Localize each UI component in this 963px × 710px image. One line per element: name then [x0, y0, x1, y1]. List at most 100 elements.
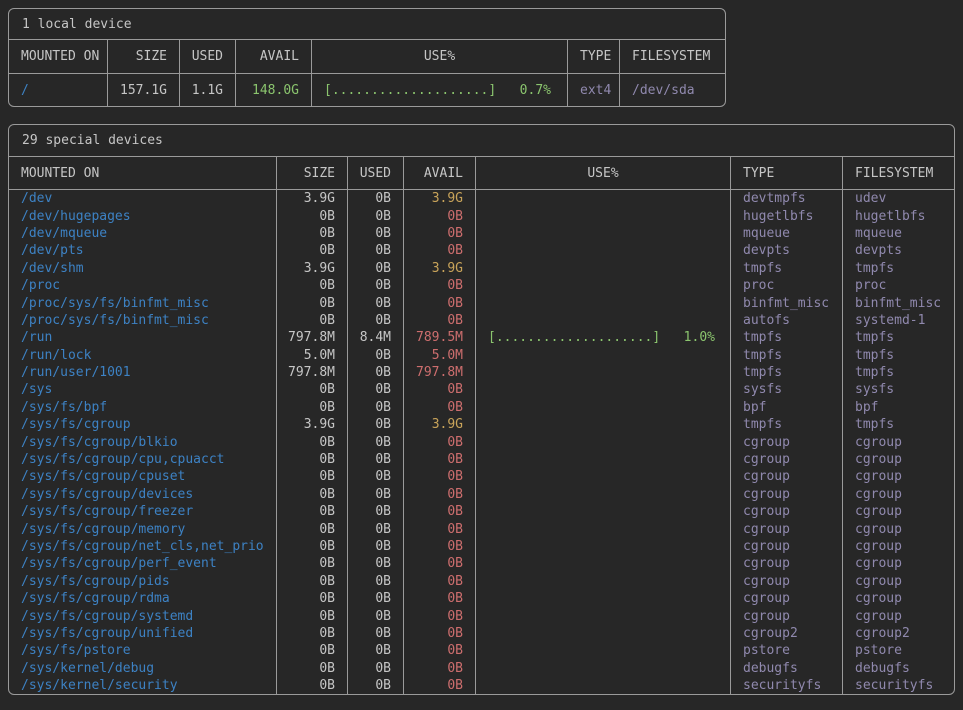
use-percent-cell [476, 677, 731, 694]
use-percent-cell [476, 399, 731, 416]
table-row: /run/user/1001797.8M0B797.8Mtmpfstmpfs [9, 364, 954, 381]
filesystem-cell: cgroup [843, 607, 954, 624]
special-devices-title: 29 special devices [9, 125, 954, 157]
used-cell: 0B [348, 538, 404, 555]
used-cell: 0B [348, 555, 404, 572]
type-cell: cgroup [731, 520, 843, 537]
used-cell: 8.4M [348, 329, 404, 346]
use-percent-cell [476, 242, 731, 259]
type-cell: binfmt_misc [731, 294, 843, 311]
column-header-type: TYPE [731, 157, 843, 189]
avail-cell: 0B [404, 207, 476, 224]
local-devices-title: 1 local device [9, 9, 725, 40]
use-percent-cell [476, 416, 731, 433]
filesystem-cell: systemd-1 [843, 312, 954, 329]
mounted-on-cell: /proc/sys/fs/binfmt_misc [9, 312, 277, 329]
table-row: /proc/sys/fs/binfmt_misc0B0B0Bbinfmt_mis… [9, 294, 954, 311]
mounted-on-cell: /run/user/1001 [9, 364, 277, 381]
size-cell: 0B [277, 520, 348, 537]
type-cell: tmpfs [731, 416, 843, 433]
used-cell: 0B [348, 573, 404, 590]
column-header-avail: AVAIL [236, 40, 312, 73]
filesystem-cell: cgroup [843, 486, 954, 503]
use-percent-cell [476, 520, 731, 537]
mounted-on-cell: /sys/fs/cgroup/devices [9, 486, 277, 503]
type-cell: securityfs [731, 677, 843, 694]
used-cell: 0B [348, 207, 404, 224]
column-header-use-percent: USE% [476, 157, 731, 189]
use-percent-cell: [....................] 1.0% [476, 329, 731, 346]
used-cell: 0B [348, 242, 404, 259]
used-cell: 0B [348, 451, 404, 468]
special-header-row: MOUNTED ON SIZE USED AVAIL USE% TYPE FIL… [9, 157, 954, 190]
use-percent-cell [476, 451, 731, 468]
type-cell: autofs [731, 312, 843, 329]
type-cell: cgroup [731, 573, 843, 590]
size-cell: 0B [277, 381, 348, 398]
filesystem-cell: udev [843, 190, 954, 207]
use-percent-cell [476, 207, 731, 224]
table-row: /dev/pts0B0B0Bdevptsdevpts [9, 242, 954, 259]
avail-cell: 3.9G [404, 416, 476, 433]
mounted-on-cell: /sys/fs/cgroup/pids [9, 573, 277, 590]
mounted-on-cell: / [9, 74, 108, 106]
mounted-on-cell: /proc [9, 277, 277, 294]
size-cell: 157.1G [108, 74, 180, 106]
used-cell: 0B [348, 294, 404, 311]
table-row: /sys0B0B0Bsysfssysfs [9, 381, 954, 398]
table-row: /sys/fs/cgroup/unified0B0B0Bcgroup2cgrou… [9, 625, 954, 642]
type-cell: cgroup [731, 607, 843, 624]
column-header-type: TYPE [568, 40, 620, 73]
mounted-on-cell: /sys/fs/cgroup/cpuset [9, 468, 277, 485]
mounted-on-cell: /sys/kernel/security [9, 677, 277, 694]
use-percent-cell [476, 555, 731, 572]
type-cell: tmpfs [731, 364, 843, 381]
used-cell: 0B [348, 607, 404, 624]
avail-cell: 0B [404, 451, 476, 468]
mounted-on-cell: /dev/pts [9, 242, 277, 259]
avail-cell: 0B [404, 225, 476, 242]
size-cell: 0B [277, 242, 348, 259]
type-cell: devtmpfs [731, 190, 843, 207]
size-cell: 3.9G [277, 190, 348, 207]
filesystem-cell: cgroup [843, 468, 954, 485]
use-percent-cell [476, 503, 731, 520]
column-header-avail: AVAIL [404, 157, 476, 189]
filesystem-cell: tmpfs [843, 260, 954, 277]
type-cell: mqueue [731, 225, 843, 242]
used-cell: 0B [348, 468, 404, 485]
mounted-on-cell: /sys/fs/cgroup/cpu,cpuacct [9, 451, 277, 468]
mounted-on-cell: /sys/fs/cgroup/blkio [9, 433, 277, 450]
filesystem-cell: tmpfs [843, 329, 954, 346]
used-cell: 0B [348, 503, 404, 520]
filesystem-cell: tmpfs [843, 347, 954, 364]
size-cell: 0B [277, 433, 348, 450]
size-cell: 797.8M [277, 329, 348, 346]
avail-cell: 0B [404, 573, 476, 590]
type-cell: cgroup [731, 468, 843, 485]
avail-cell: 0B [404, 660, 476, 677]
type-cell: cgroup2 [731, 625, 843, 642]
table-row: /dev/hugepages0B0B0Bhugetlbfshugetlbfs [9, 207, 954, 224]
use-percent-cell [476, 468, 731, 485]
type-cell: cgroup [731, 486, 843, 503]
use-percent-cell [476, 347, 731, 364]
table-row: /proc0B0B0Bprocproc [9, 277, 954, 294]
size-cell: 0B [277, 399, 348, 416]
size-cell: 0B [277, 642, 348, 659]
use-percent-cell [476, 294, 731, 311]
mounted-on-cell: /run/lock [9, 347, 277, 364]
avail-cell: 0B [404, 381, 476, 398]
avail-cell: 0B [404, 294, 476, 311]
special-devices-table: 29 special devices MOUNTED ON SIZE USED … [8, 124, 955, 695]
column-header-used: USED [180, 40, 236, 73]
column-header-use-percent: USE% [312, 40, 568, 73]
type-cell: bpf [731, 399, 843, 416]
avail-cell: 0B [404, 503, 476, 520]
avail-cell: 0B [404, 277, 476, 294]
mounted-on-cell: /dev/mqueue [9, 225, 277, 242]
size-cell: 0B [277, 277, 348, 294]
type-cell: cgroup [731, 451, 843, 468]
use-percent-cell [476, 642, 731, 659]
table-row: /sys/fs/cgroup/devices0B0B0Bcgroupcgroup [9, 486, 954, 503]
